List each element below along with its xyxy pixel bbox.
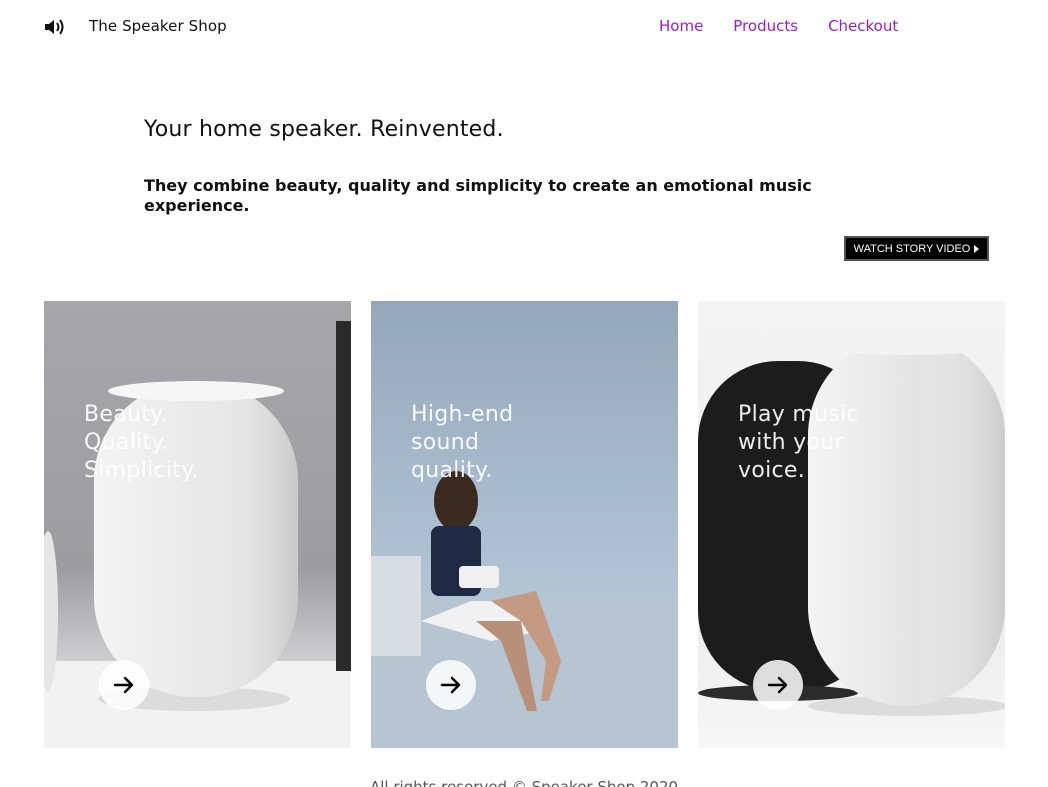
black-and-white-speakers-image	[698, 335, 1005, 716]
arrow-right-icon	[767, 676, 788, 694]
card-line: with your	[738, 430, 844, 455]
card-arrow-button[interactable]	[99, 660, 149, 710]
product-card-voice[interactable]: Play music with your voice.	[698, 301, 1005, 748]
product-card-beauty[interactable]: Beauty. Quality. Simplicity.	[44, 301, 351, 748]
card-line: Play music	[738, 402, 859, 427]
card-headline: Play music with your voice.	[738, 401, 859, 485]
arrow-right-icon	[440, 676, 461, 694]
card-line: quality.	[411, 458, 493, 483]
card-line: voice.	[738, 458, 806, 483]
card-line: sound	[411, 430, 480, 455]
footer-copyright: All rights reserved © Speaker Shop 2020	[369, 778, 679, 787]
card-line: High-end	[411, 402, 514, 427]
woman-sitting-image	[371, 471, 678, 748]
speaker-volume-icon	[45, 19, 64, 35]
arrow-right-icon	[113, 676, 134, 694]
hero-subtitle: They combine beauty, quality and simplic…	[144, 176, 812, 215]
hero-title: Your home speaker. Reinvented.	[144, 117, 504, 142]
watch-story-video-label: WATCH STORY VIDEO	[853, 242, 971, 255]
card-headline: Beauty. Quality. Simplicity.	[84, 401, 199, 485]
play-icon	[974, 244, 980, 253]
card-arrow-button[interactable]	[753, 660, 803, 710]
card-line: Quality.	[84, 430, 169, 455]
site-header: The Speaker Shop Home Products Checkout	[0, 0, 1048, 56]
card-line: Beauty.	[84, 402, 168, 427]
nav-home-link[interactable]: Home	[659, 17, 703, 35]
nav-products-link[interactable]: Products	[733, 17, 798, 35]
card-headline: High-end sound quality.	[411, 401, 513, 485]
watch-story-video-button[interactable]: WATCH STORY VIDEO	[844, 236, 989, 261]
white-speaker-image	[44, 321, 351, 748]
brand-name[interactable]: The Speaker Shop	[89, 17, 227, 35]
main-nav: Home Products Checkout	[659, 17, 898, 35]
card-line: Simplicity.	[84, 458, 199, 483]
product-card-sound[interactable]: High-end sound quality.	[371, 301, 678, 748]
card-arrow-button[interactable]	[426, 660, 476, 710]
nav-checkout-link[interactable]: Checkout	[828, 17, 898, 35]
